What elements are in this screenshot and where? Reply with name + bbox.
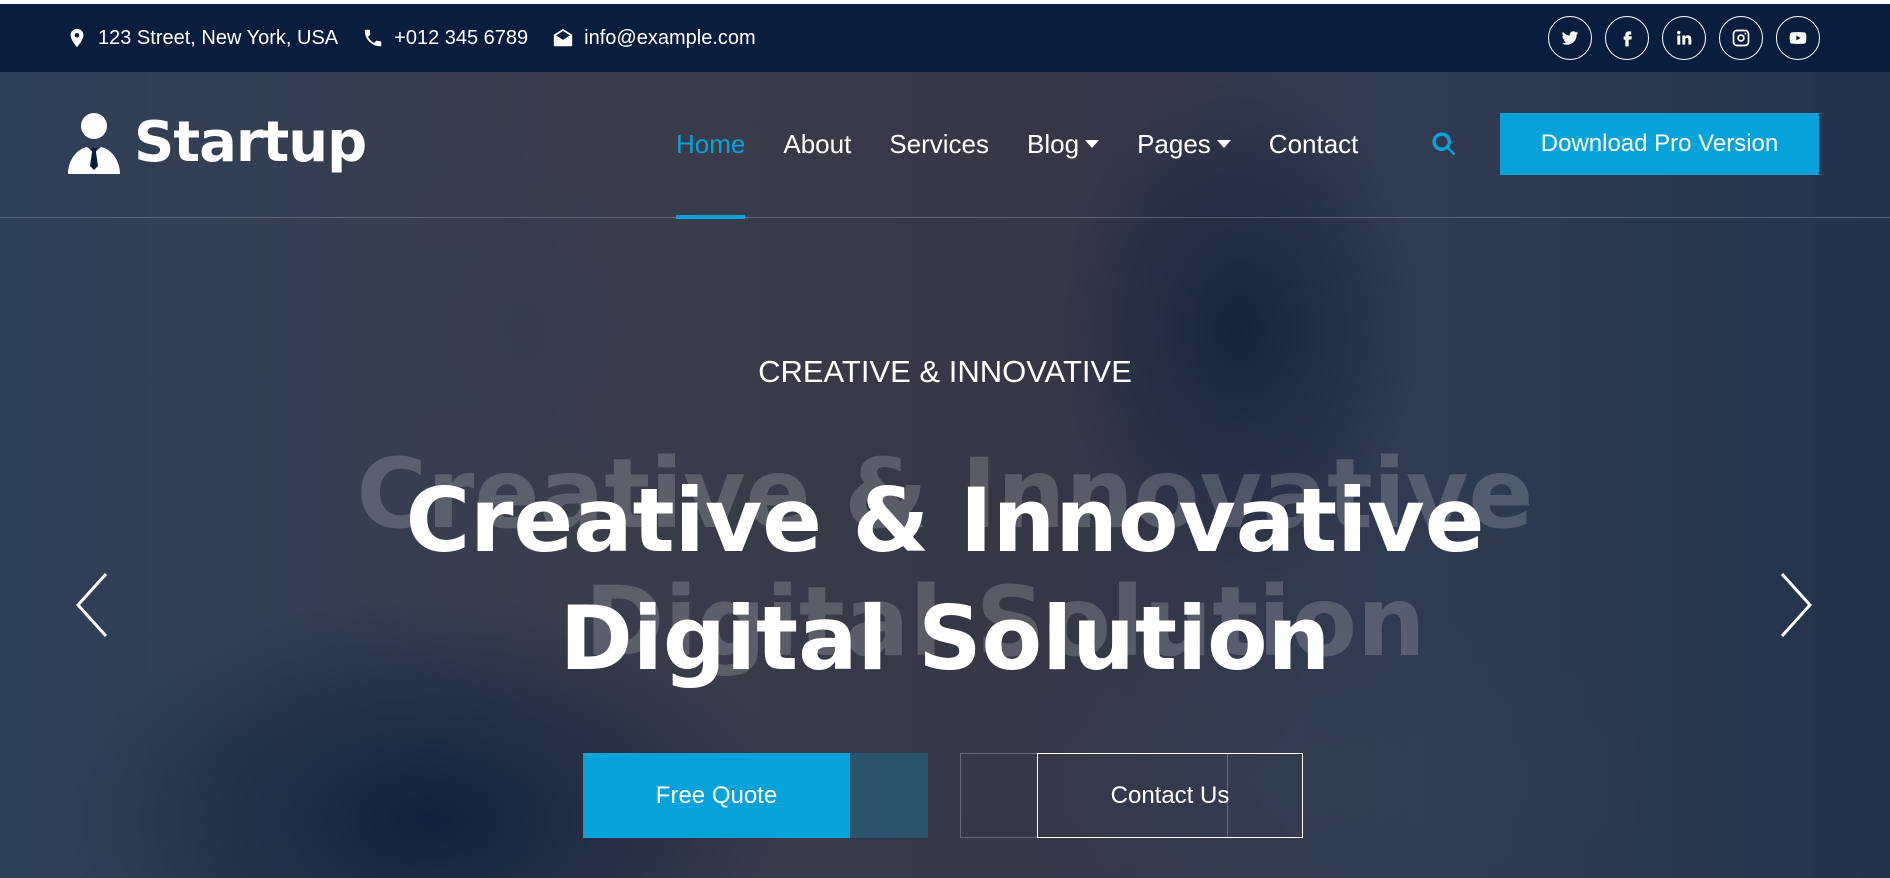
carousel-prev-button[interactable] <box>72 570 112 640</box>
nav-item-about[interactable]: About <box>783 126 851 162</box>
free-quote-button[interactable]: Free Quote <box>583 753 850 838</box>
youtube-button[interactable] <box>1776 16 1820 60</box>
envelope-open-icon <box>554 28 573 47</box>
search-icon <box>1432 132 1456 156</box>
twitter-icon <box>1561 31 1579 45</box>
user-tie-icon <box>68 112 120 174</box>
linkedin-button[interactable] <box>1662 16 1706 60</box>
address-text: 123 Street, New York, USA <box>98 26 339 49</box>
nav-item-label: Services <box>889 128 990 159</box>
nav-item-label: Home <box>676 128 746 159</box>
contact-us-button[interactable]: Contact Us <box>1037 753 1303 838</box>
nav-item-home[interactable]: Home <box>676 126 746 219</box>
hero-eyebrow: CREATIVE & INNOVATIVE <box>758 354 1132 389</box>
youtube-icon <box>1789 32 1807 44</box>
contact-list: 123 Street, New York, USA +012 345 6789 … <box>66 27 756 50</box>
phone-text: +012 345 6789 <box>394 26 529 49</box>
facebook-button[interactable] <box>1605 16 1649 60</box>
nav-item-label: Contact <box>1268 128 1359 159</box>
chevron-right-icon <box>1780 572 1813 638</box>
brand-name: Startup <box>134 110 367 175</box>
download-pro-button[interactable]: Download Pro Version <box>1500 113 1819 175</box>
nav-item-contact[interactable]: Contact <box>1269 126 1359 162</box>
facebook-icon <box>1623 31 1632 47</box>
nav-item-label: Pages <box>1137 128 1211 159</box>
nav-item-services[interactable]: Services <box>889 126 989 162</box>
contact-email: info@example.com <box>552 26 756 50</box>
phone-icon <box>364 29 382 47</box>
nav-item-blog[interactable]: Blog <box>1027 126 1100 162</box>
nav-menu: Home About Services Blog Pages Contact <box>676 126 1396 219</box>
carousel-next-button[interactable] <box>1776 570 1816 640</box>
brand-logo[interactable]: Startup <box>66 110 367 175</box>
contact-address: 123 Street, New York, USA <box>66 27 338 50</box>
caret-down-icon <box>1085 140 1100 148</box>
navbar: Startup Home About Services Blog Pages C… <box>0 72 1890 219</box>
nav-item-label: About <box>783 128 852 159</box>
hero-title: Creative & Innovative Digital Solution <box>0 462 1890 698</box>
instagram-icon <box>1732 29 1750 47</box>
topbar: 123 Street, New York, USA +012 345 6789 … <box>0 0 1890 72</box>
linkedin-icon <box>1677 30 1692 45</box>
social-links <box>1548 16 1820 60</box>
instagram-button[interactable] <box>1719 16 1763 60</box>
caret-down-icon <box>1216 140 1231 148</box>
email-text: info@example.com <box>584 26 756 49</box>
nav-item-label: Blog <box>1027 128 1080 159</box>
hero-title-line1: Creative & Innovative <box>405 469 1485 572</box>
twitter-button[interactable] <box>1548 16 1592 60</box>
search-button[interactable] <box>1430 130 1458 162</box>
hero-title-line2: Digital Solution <box>559 587 1331 690</box>
contact-phone: +012 345 6789 <box>362 27 528 50</box>
nav-item-pages[interactable]: Pages <box>1137 126 1231 162</box>
chevron-left-icon <box>75 572 108 638</box>
map-marker-icon <box>70 28 84 48</box>
